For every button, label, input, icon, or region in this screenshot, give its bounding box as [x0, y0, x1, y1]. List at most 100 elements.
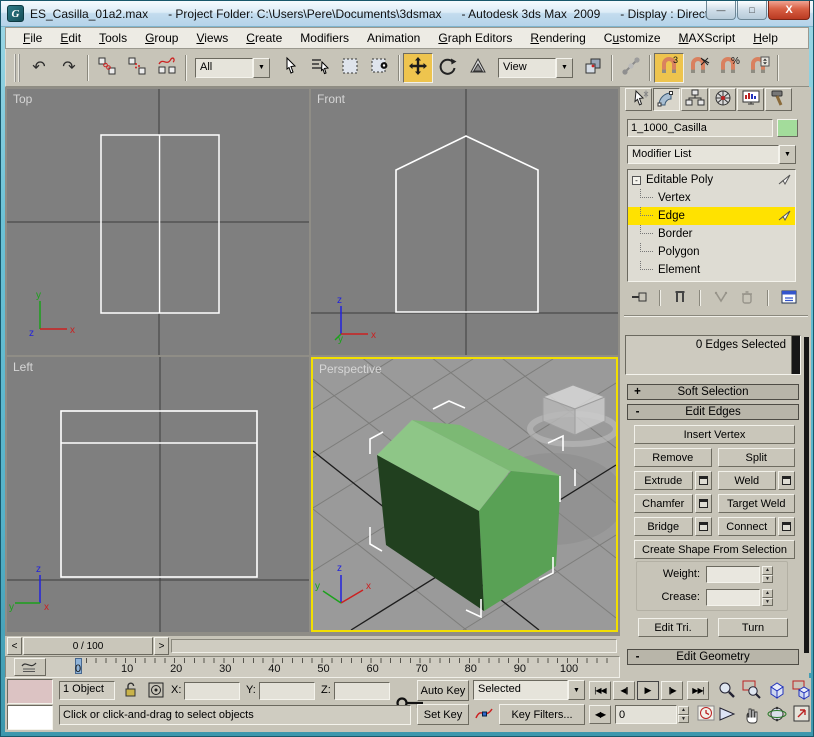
spinner-up-icon[interactable]: ▲: [762, 589, 773, 598]
object-name-field[interactable]: [627, 119, 773, 137]
edit-edges-connect-button[interactable]: Connect: [718, 517, 777, 536]
modifier-list-combo[interactable]: Modifier List ▼: [627, 145, 796, 164]
trackbar-ruler[interactable]: 0102030405060708090100: [6, 657, 619, 677]
edit-edges-bridge-button[interactable]: Bridge: [634, 517, 693, 536]
spinner-down-icon[interactable]: ▼: [762, 598, 773, 607]
spinner-snap-toggle-button[interactable]: [744, 53, 774, 83]
menu-maxscript[interactable]: MAXScript: [670, 28, 745, 48]
edit-edges-chamfer-button[interactable]: Chamfer: [634, 494, 693, 513]
menu-rendering[interactable]: Rendering: [521, 28, 594, 48]
new-key-tangent-button[interactable]: [472, 704, 496, 725]
goto-end-button[interactable]: ▶▶|: [687, 681, 709, 700]
rollout-edit-geometry[interactable]: - Edit Geometry: [627, 649, 799, 665]
select-and-scale-button[interactable]: [463, 53, 493, 83]
percent-snap-toggle-button[interactable]: %: [714, 53, 744, 83]
selection-info-scrollbar[interactable]: [791, 336, 800, 374]
minimize-button[interactable]: —: [706, 1, 736, 20]
zoom-extents-button[interactable]: [765, 680, 788, 702]
current-frame-field[interactable]: [615, 705, 677, 724]
goto-start-button[interactable]: |◀◀: [589, 681, 611, 700]
maxscript-listener-white[interactable]: [7, 705, 53, 730]
use-pivot-point-center-button[interactable]: [578, 53, 608, 83]
maxscript-listener-pink[interactable]: [7, 679, 53, 704]
menu-help[interactable]: Help: [744, 28, 787, 48]
turn-button[interactable]: Turn: [718, 618, 788, 637]
selection-set-combo[interactable]: Selected ▼: [473, 680, 585, 700]
menu-tools[interactable]: Tools: [90, 28, 136, 48]
menu-animation[interactable]: Animation: [358, 28, 429, 48]
previous-frame-button[interactable]: ◀||: [613, 681, 635, 700]
edit-edges-extrude-button[interactable]: Extrude: [634, 471, 693, 490]
edit-edges-insert-vertex-button[interactable]: Insert Vertex: [634, 425, 795, 444]
menu-create[interactable]: Create: [237, 28, 291, 48]
frame-spinner[interactable]: ▲ ▼: [678, 706, 689, 723]
object-color-swatch[interactable]: [777, 119, 798, 137]
spinner-down-icon[interactable]: ▼: [678, 715, 689, 724]
stack-item-polygon[interactable]: Polygon: [628, 243, 795, 261]
show-end-result-button[interactable]: [672, 289, 688, 308]
tab-modify[interactable]: [653, 88, 680, 111]
menu-group[interactable]: Group: [136, 28, 187, 48]
edit-edges-chamfer-settings-button[interactable]: [695, 494, 712, 513]
y-coordinate-field[interactable]: [259, 682, 315, 700]
tab-motion[interactable]: [709, 88, 736, 111]
zoom-all-button[interactable]: [740, 680, 763, 702]
maximize-viewport-toggle[interactable]: [790, 704, 813, 726]
menu-graph-editors[interactable]: Graph Editors: [429, 28, 521, 48]
time-slider-track[interactable]: [171, 639, 617, 653]
rollout-soft-selection[interactable]: + Soft Selection: [627, 384, 799, 400]
spinner-up-icon[interactable]: ▲: [762, 566, 773, 575]
crease-spinner[interactable]: ▲▼: [762, 589, 773, 606]
stack-item-edge[interactable]: Edge: [628, 207, 795, 225]
chevron-down-icon[interactable]: ▼: [253, 58, 270, 78]
select-by-name-button[interactable]: [305, 53, 335, 83]
chevron-down-icon[interactable]: ▼: [568, 680, 585, 700]
track-bar[interactable]: 0102030405060708090100: [5, 656, 620, 678]
select-and-link-button[interactable]: [92, 53, 122, 83]
edit-tri-button[interactable]: Edit Tri.: [638, 618, 708, 637]
spinner-down-icon[interactable]: ▼: [762, 575, 773, 584]
rollout-edit-edges[interactable]: - Edit Edges: [627, 404, 799, 420]
undo-button[interactable]: ↶: [24, 53, 54, 83]
tab-create[interactable]: [625, 88, 652, 111]
viewcube-widget[interactable]: [530, 385, 616, 444]
snaps-toggle-button[interactable]: 3: [654, 53, 684, 83]
remove-modifier-button[interactable]: [738, 289, 756, 308]
bind-to-space-warp-button[interactable]: [152, 53, 182, 83]
expander-icon[interactable]: -: [632, 176, 641, 185]
z-coordinate-field[interactable]: [334, 682, 390, 700]
close-button[interactable]: X: [768, 1, 810, 20]
edit-edges-weld-settings-button[interactable]: [778, 471, 795, 490]
viewport-front-label[interactable]: Front: [317, 92, 345, 106]
viewport-left-label[interactable]: Left: [13, 360, 33, 374]
pan-button[interactable]: [740, 704, 763, 726]
maximize-button[interactable]: □: [737, 1, 767, 20]
pin-stack-button[interactable]: [630, 289, 648, 308]
configure-modifier-sets-button[interactable]: [780, 289, 798, 308]
time-slider-next-button[interactable]: >: [154, 637, 169, 655]
viewport-top[interactable]: Top y x z: [7, 89, 309, 355]
x-coordinate-field[interactable]: [184, 682, 240, 700]
set-key-button[interactable]: Set Key: [417, 704, 469, 725]
command-panel-scrollbar[interactable]: [804, 337, 809, 653]
viewport-left[interactable]: Left z y x: [7, 357, 309, 632]
redo-button[interactable]: ↷: [54, 53, 84, 83]
window-crossing-button[interactable]: [365, 53, 395, 83]
time-configuration-button[interactable]: [695, 704, 717, 725]
scene-object-house[interactable]: [377, 420, 561, 611]
chevron-down-icon[interactable]: ▼: [556, 58, 573, 78]
viewport-perspective[interactable]: Perspective: [311, 357, 618, 632]
zoom-button[interactable]: [715, 680, 738, 702]
menu-views[interactable]: Views: [187, 28, 237, 48]
crease-field[interactable]: [706, 589, 760, 606]
toolbar-drag-handle[interactable]: [14, 54, 20, 82]
arc-rotate-button[interactable]: [765, 704, 788, 726]
select-and-rotate-button[interactable]: [433, 53, 463, 83]
stack-item-editable-poly[interactable]: -Editable Poly: [628, 171, 795, 189]
viewport-top-label[interactable]: Top: [13, 92, 32, 106]
play-button[interactable]: ▶: [637, 681, 659, 700]
select-and-move-button[interactable]: [403, 53, 433, 83]
edit-edges-create-shape-from-selection-button[interactable]: Create Shape From Selection: [634, 540, 795, 559]
auto-key-button[interactable]: Auto Key: [417, 680, 469, 701]
menu-file[interactable]: File: [14, 28, 51, 48]
